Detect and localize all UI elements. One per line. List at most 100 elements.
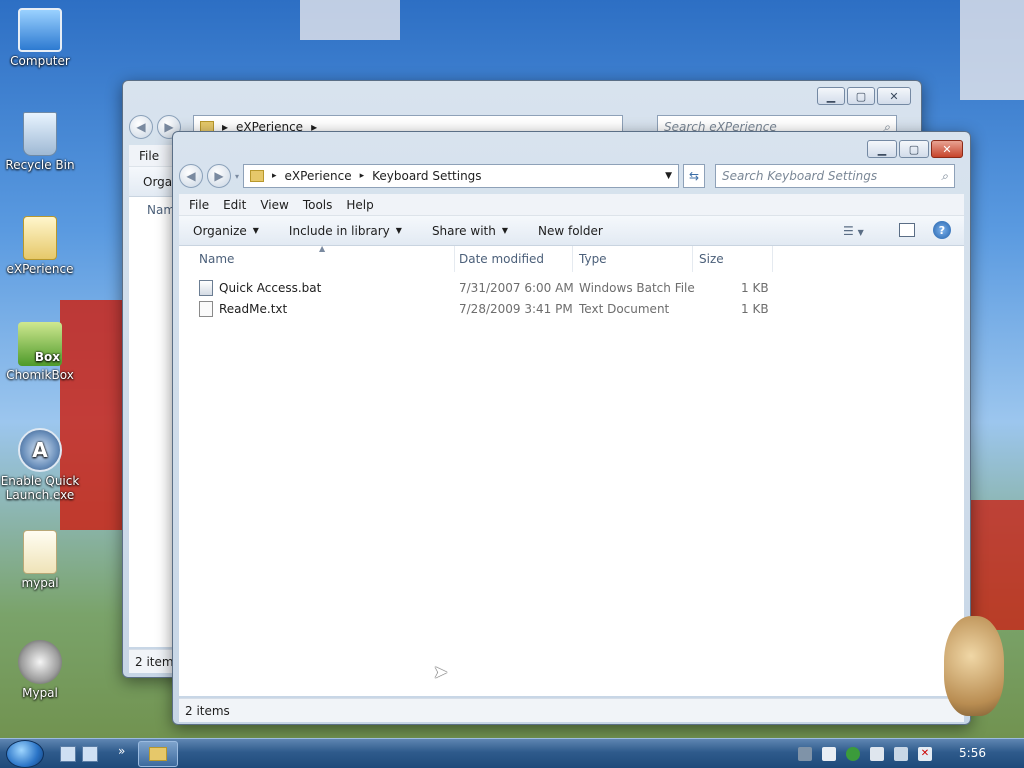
breadcrumb-item[interactable]: eXPerience [285, 169, 352, 183]
desktop-icon-label: ChomikBox [6, 368, 74, 382]
file-list[interactable]: Name ▲ Date modified Type Size Quick Acc… [179, 244, 964, 696]
menu-edit[interactable]: Edit [223, 198, 246, 212]
text-file-icon [199, 301, 213, 317]
desktop-icon-label: eXPerience [6, 262, 74, 276]
menu-bar: File Edit View Tools Help [179, 194, 964, 216]
item-count: 2 items [185, 703, 230, 718]
search-input[interactable]: Search Keyboard Settings ⌕ [715, 164, 956, 188]
menu-view[interactable]: View [260, 198, 288, 212]
file-size: 1 KB [741, 281, 769, 295]
computer-icon [18, 8, 62, 52]
file-size: 1 KB [741, 302, 769, 316]
share-with-label: Share with [431, 223, 496, 238]
new-folder-label: New folder [538, 223, 603, 238]
close-button[interactable]: ✕ [931, 140, 963, 158]
taskbar-clock[interactable]: 5:56 [959, 746, 986, 760]
menu-tools[interactable]: Tools [303, 198, 333, 212]
command-bar: Organize ▼ Include in library ▼ Share with… [179, 216, 964, 246]
batch-file-icon [199, 280, 213, 296]
column-header-type[interactable]: Type [573, 246, 693, 272]
maximize-button[interactable]: ▢ [899, 140, 929, 158]
tray-security-icon[interactable] [846, 747, 860, 761]
chomikbox-icon: Box [18, 322, 62, 366]
new-folder-button[interactable]: New folder [538, 224, 603, 238]
back-button[interactable]: ◀ [129, 115, 153, 139]
tray-network-icon[interactable] [894, 747, 908, 761]
help-icon[interactable]: ? [933, 221, 951, 239]
wallpaper-cloud [960, 0, 1024, 100]
column-header-size[interactable]: Size [693, 246, 773, 272]
desktop-icon-mypal-app[interactable]: Mypal [0, 640, 80, 700]
include-in-library-button[interactable]: Include in library ▼ [289, 224, 402, 238]
share-with-button[interactable]: Share with ▼ [432, 224, 508, 238]
menu-help[interactable]: Help [346, 198, 373, 212]
column-header-label: Date modified [459, 252, 545, 266]
chevron-down-icon: ▼ [395, 226, 402, 235]
menu-file[interactable]: File [189, 198, 209, 212]
recent-pages-icon[interactable]: ▾ [235, 172, 239, 181]
tray-action-center-icon[interactable] [870, 747, 884, 761]
taskbar-explorer-button[interactable] [138, 741, 178, 767]
desktop-icon-enable-quick-launch[interactable]: A Enable Quick Launch.exe [0, 428, 80, 502]
preview-pane-icon[interactable] [899, 223, 915, 237]
taskbar: » ✕ 5:56 [0, 738, 1024, 768]
desktop-icon-label: Enable Quick Launch.exe [0, 474, 80, 502]
back-button[interactable]: ◀ [179, 164, 203, 188]
quick-launch-overflow-icon[interactable]: » [118, 744, 125, 758]
organize-button[interactable]: Organize ▼ [193, 224, 259, 238]
file-row[interactable]: ReadMe.txt 7/28/2009 3:41 PM Text Docume… [189, 299, 779, 319]
column-header-label: Type [579, 252, 607, 266]
menu-file[interactable]: File [139, 149, 159, 163]
file-row[interactable]: Quick Access.bat 7/31/2007 6:00 AM Windo… [189, 278, 779, 298]
desktop-icon-computer[interactable]: Computer [0, 8, 80, 68]
folder-icon [23, 530, 57, 574]
organize-button[interactable]: Orga [143, 175, 172, 189]
close-button[interactable]: ✕ [877, 87, 911, 105]
file-name: Quick Access.bat [219, 281, 322, 295]
folder-icon [250, 170, 265, 182]
sort-indicator-icon: ▲ [319, 244, 326, 253]
tray-app-icon[interactable] [798, 747, 812, 761]
organize-label: Organize [193, 223, 247, 238]
file-type: Windows Batch File [579, 281, 695, 295]
desktop-icon-mypal-folder[interactable]: mypal [0, 530, 80, 590]
recycle-bin-icon [23, 112, 57, 156]
desktop-icon-experience[interactable]: eXPerience [0, 216, 80, 276]
chevron-down-icon: ▼ [252, 226, 259, 235]
tray-volume-muted-icon[interactable]: ✕ [918, 747, 932, 761]
forward-button[interactable]: ▶ [207, 164, 231, 188]
address-bar[interactable]: ▸ eXPerience ▸ Keyboard Settings ▼ [243, 164, 680, 188]
minimize-button[interactable]: ▁ [817, 87, 845, 105]
switch-windows-icon[interactable] [82, 746, 98, 762]
breadcrumb-item[interactable]: Keyboard Settings [372, 169, 481, 183]
file-name-cell: Quick Access.bat [199, 280, 321, 296]
desktop-icon-recycle-bin[interactable]: Recycle Bin [0, 112, 80, 172]
desktop-icon-label: Mypal [22, 686, 58, 700]
file-type: Text Document [579, 302, 670, 316]
show-desktop-icon[interactable] [60, 746, 76, 762]
view-options-icon[interactable]: ☰ ▼ [843, 224, 864, 238]
wallpaper-plane [970, 500, 1024, 630]
breadcrumb-separator-icon: ▸ [272, 171, 277, 181]
column-header-label: Size [699, 252, 724, 266]
wallpaper-cloud [300, 0, 400, 40]
column-header-name[interactable]: Nam [147, 203, 175, 217]
desktop-icon-chomikbox[interactable]: Box ChomikBox [0, 322, 80, 382]
explorer-window-keyboard-settings[interactable]: ▁ ▢ ✕ ◀ ▶ ▾ ▸ eXPerience ▸ Keyboard Sett… [172, 131, 971, 725]
file-date: 7/28/2009 3:41 PM [459, 302, 573, 316]
start-button[interactable] [6, 740, 44, 768]
folder-icon [149, 747, 167, 761]
maximize-button[interactable]: ▢ [847, 87, 875, 105]
column-header-date[interactable]: Date modified [453, 246, 573, 272]
file-name-cell: ReadMe.txt [199, 301, 287, 317]
refresh-button[interactable]: ⇆ [683, 164, 706, 188]
search-icon: ⌕ [941, 168, 949, 183]
status-bar: 2 items [179, 698, 964, 722]
address-dropdown-icon[interactable]: ▼ [665, 171, 672, 181]
hamster-mascot[interactable] [944, 616, 1004, 716]
minimize-button[interactable]: ▁ [867, 140, 897, 158]
desktop-icon-label: Computer [10, 54, 70, 68]
column-header-label: Name [199, 252, 235, 266]
search-placeholder: Search Keyboard Settings [722, 169, 878, 183]
tray-document-icon[interactable] [822, 747, 836, 761]
